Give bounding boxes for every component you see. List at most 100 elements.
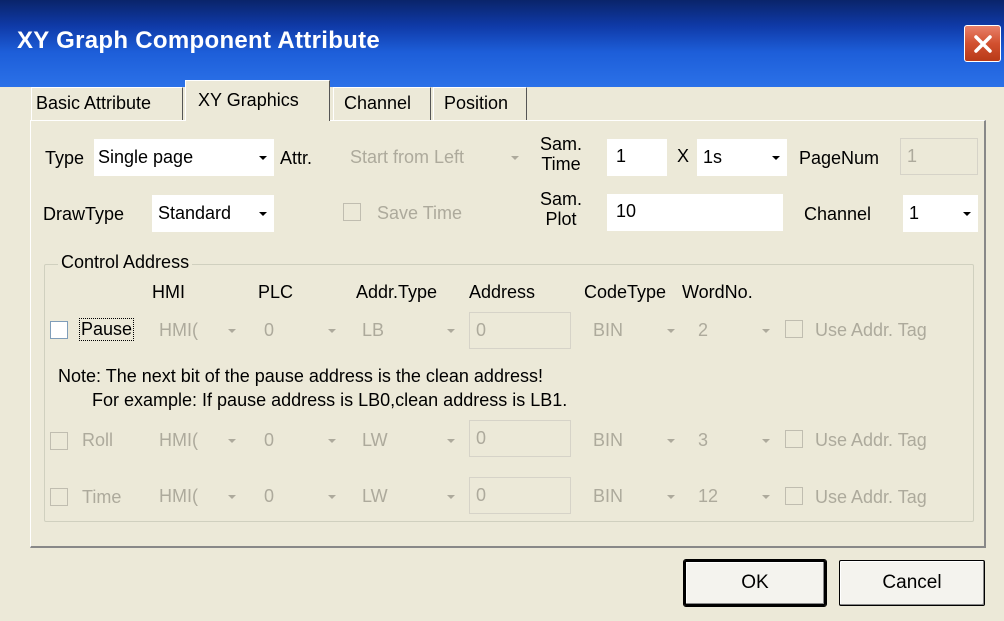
pause-codetype-select[interactable]: BIN — [587, 312, 682, 349]
time-codetype-select[interactable]: BIN — [587, 478, 682, 515]
time-plc-select[interactable]: 0 — [258, 478, 343, 515]
time-use-tag-label: Use Addr. Tag — [815, 487, 927, 507]
chevron-down-icon — [221, 312, 243, 349]
times-symbol: X — [677, 146, 690, 166]
pause-address-input[interactable]: 0 — [469, 312, 571, 349]
chevron-down-icon — [765, 139, 787, 176]
chevron-down-icon — [755, 312, 777, 349]
pause-use-tag-checkbox[interactable] — [785, 320, 803, 338]
time-wordno-select[interactable]: 12 — [692, 478, 777, 515]
pause-addr-type-select[interactable]: LB — [356, 312, 462, 349]
type-select[interactable]: Single page — [94, 139, 274, 176]
cancel-button[interactable]: Cancel — [839, 560, 985, 606]
chevron-down-icon — [440, 422, 462, 459]
time-checkbox[interactable] — [50, 488, 68, 506]
pause-hmi-select[interactable]: HMI( — [155, 312, 243, 349]
chevron-down-icon — [221, 422, 243, 459]
time-label: Time — [82, 487, 122, 507]
chevron-down-icon — [660, 312, 682, 349]
ok-button[interactable]: OK — [683, 559, 827, 607]
header-addr-type: Addr.Type — [356, 282, 438, 302]
pause-wordno-value: 2 — [698, 320, 709, 340]
header-codetype: CodeType — [584, 282, 667, 302]
tab-xy-graphics[interactable]: XY Graphics — [185, 80, 330, 121]
control-address-label: Control Address — [58, 252, 193, 273]
tab-label: Channel — [344, 93, 412, 113]
chevron-down-icon — [956, 195, 978, 232]
sam-time-label: Sam. Time — [540, 134, 582, 174]
sam-time-label-line2: Time — [541, 154, 581, 174]
tab-label: XY Graphics — [198, 90, 299, 110]
time-addr-type-select[interactable]: LW — [356, 478, 462, 515]
tab-label: Position — [444, 93, 509, 113]
tab-channel[interactable]: Channel — [333, 87, 431, 120]
note-line-1: Note: The next bit of the pause address … — [58, 366, 543, 386]
attr-value: Start from Left — [350, 147, 465, 167]
channel-value: 1 — [909, 203, 920, 223]
roll-wordno-select[interactable]: 3 — [692, 422, 777, 459]
pause-checkbox[interactable] — [50, 321, 68, 339]
pause-addr-type-value: LB — [362, 320, 385, 340]
pause-use-tag-label: Use Addr. Tag — [815, 320, 927, 340]
tab-position[interactable]: Position — [433, 87, 527, 120]
header-wordno: WordNo. — [682, 282, 753, 302]
channel-select[interactable]: 1 — [903, 195, 978, 232]
chevron-down-icon — [660, 478, 682, 515]
time-codetype-value: BIN — [593, 486, 624, 506]
chevron-down-icon — [440, 478, 462, 515]
pause-hmi-value: HMI( — [159, 320, 198, 340]
header-plc: PLC — [258, 282, 294, 302]
drawtype-select[interactable]: Standard — [152, 195, 274, 232]
roll-codetype-select[interactable]: BIN — [587, 422, 682, 459]
chevron-down-icon — [321, 478, 343, 515]
pause-label: Pause — [78, 318, 135, 341]
header-hmi: HMI — [152, 282, 185, 302]
pagenum-input[interactable]: 1 — [900, 138, 978, 175]
roll-hmi-value: HMI( — [159, 430, 198, 450]
save-time-label: Save Time — [377, 203, 463, 223]
sam-plot-label: Sam. Plot — [540, 189, 582, 229]
chevron-down-icon — [321, 422, 343, 459]
roll-hmi-select[interactable]: HMI( — [155, 422, 243, 459]
roll-address-input[interactable]: 0 — [469, 420, 571, 457]
chevron-down-icon — [755, 478, 777, 515]
roll-use-tag-checkbox[interactable] — [785, 430, 803, 448]
time-wordno-value: 12 — [698, 486, 719, 506]
chevron-down-icon — [504, 139, 526, 176]
chevron-down-icon — [221, 478, 243, 515]
drawtype-value: Standard — [158, 203, 232, 223]
roll-label: Roll — [82, 430, 114, 450]
sam-time-unit-value: 1s — [703, 147, 723, 167]
pagenum-label: PageNum — [799, 148, 880, 168]
roll-plc-select[interactable]: 0 — [258, 422, 343, 459]
sam-plot-label-line2: Plot — [545, 209, 577, 229]
close-button[interactable] — [964, 25, 1001, 62]
time-hmi-value: HMI( — [159, 486, 198, 506]
sam-time-input[interactable]: 1 — [607, 139, 667, 176]
close-icon — [973, 34, 992, 53]
roll-addr-type-select[interactable]: LW — [356, 422, 462, 459]
time-address-input[interactable]: 0 — [469, 477, 571, 514]
pause-wordno-select[interactable]: 2 — [692, 312, 777, 349]
sam-time-unit-select[interactable]: 1s — [697, 139, 787, 176]
attr-select[interactable]: Start from Left — [344, 139, 526, 176]
roll-plc-value: 0 — [264, 430, 275, 450]
tab-basic-attribute[interactable]: Basic Attribute — [31, 87, 183, 120]
pause-plc-select[interactable]: 0 — [258, 312, 343, 349]
sam-time-label-line1: Sam. — [540, 134, 583, 154]
attr-label: Attr. — [280, 148, 313, 168]
time-hmi-select[interactable]: HMI( — [155, 478, 243, 515]
sam-plot-label-line1: Sam. — [540, 189, 583, 209]
pause-codetype-value: BIN — [593, 320, 624, 340]
save-time-checkbox[interactable] — [343, 203, 361, 221]
roll-use-tag-label: Use Addr. Tag — [815, 430, 927, 450]
roll-checkbox[interactable] — [50, 432, 68, 450]
time-use-tag-checkbox[interactable] — [785, 487, 803, 505]
sam-plot-input[interactable]: 10 — [607, 194, 783, 231]
roll-codetype-value: BIN — [593, 430, 624, 450]
time-addr-type-value: LW — [362, 486, 388, 506]
drawtype-label: DrawType — [43, 204, 125, 224]
note-line-2: For example: If pause address is LB0,cle… — [92, 390, 568, 410]
type-value: Single page — [98, 147, 194, 167]
tab-label: Basic Attribute — [36, 93, 152, 113]
